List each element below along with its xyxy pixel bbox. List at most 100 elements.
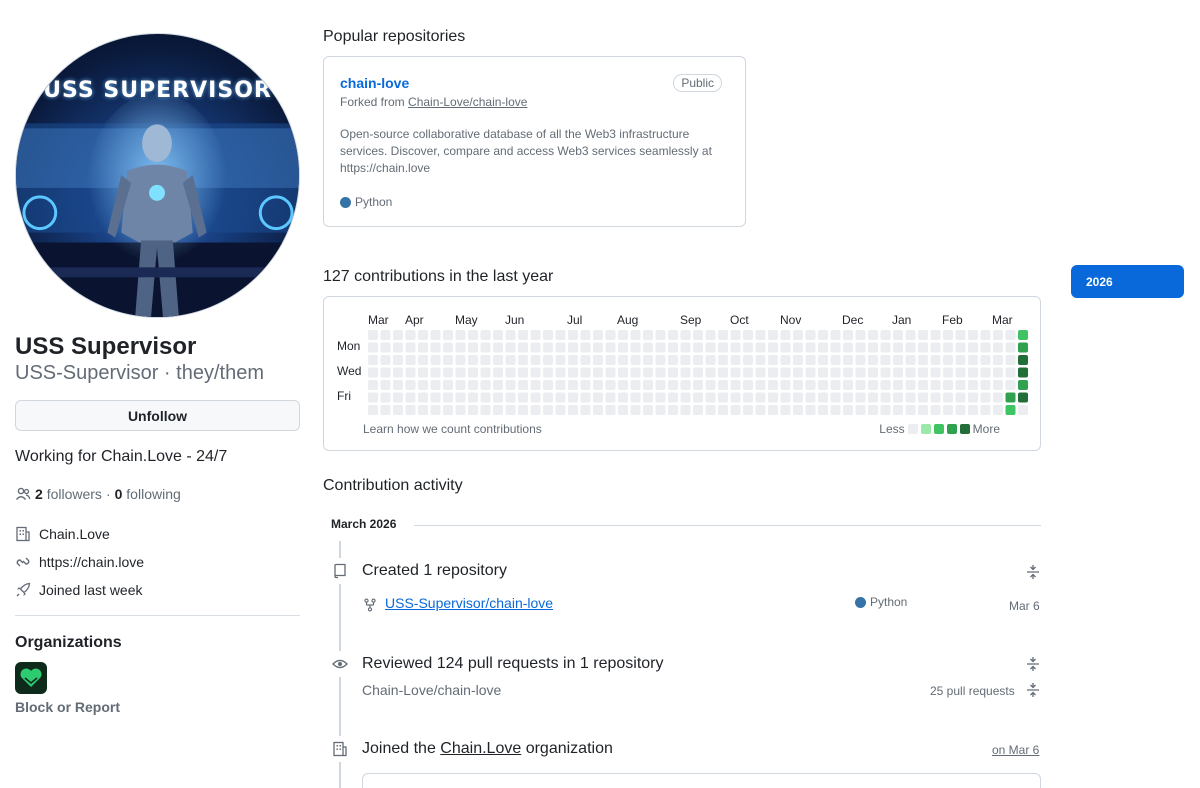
contribution-day-cell[interactable] (993, 405, 1003, 415)
contribution-day-cell[interactable] (1018, 405, 1028, 415)
contribution-day-cell[interactable] (543, 392, 553, 403)
contribution-day-cell[interactable] (593, 392, 603, 403)
contribution-day-cell[interactable] (780, 355, 791, 365)
contribution-day-cell[interactable] (430, 342, 441, 353)
contribution-day-cell[interactable] (380, 367, 391, 378)
contribution-day-cell[interactable] (818, 380, 828, 390)
contribution-day-cell[interactable] (368, 405, 378, 415)
contribution-day-cell[interactable] (393, 367, 403, 378)
contribution-day-cell[interactable] (655, 355, 666, 365)
contribution-day-cell[interactable] (580, 342, 591, 353)
contribution-day-cell[interactable] (468, 367, 478, 378)
contribution-day-cell[interactable] (630, 392, 641, 403)
contribution-day-cell[interactable] (730, 380, 741, 390)
contribution-day-cell[interactable] (718, 380, 728, 390)
contribution-day-cell[interactable] (455, 342, 466, 353)
contribution-day-cell[interactable] (443, 355, 453, 365)
contribution-day-cell[interactable] (955, 380, 966, 390)
contribution-day-cell[interactable] (380, 330, 391, 340)
contribution-day-cell[interactable] (905, 392, 916, 403)
contribution-day-cell[interactable] (868, 330, 878, 340)
contribution-day-cell[interactable] (943, 392, 953, 403)
contribution-day-cell[interactable] (655, 392, 666, 403)
contribution-day-cell[interactable] (968, 392, 978, 403)
fold-icon[interactable] (1025, 564, 1041, 580)
contribution-day-cell[interactable] (880, 405, 891, 415)
contribution-day-cell[interactable] (480, 355, 491, 365)
contribution-day-cell[interactable] (405, 355, 416, 365)
contribution-day-cell[interactable] (543, 367, 553, 378)
contribution-day-cell[interactable] (468, 405, 478, 415)
contribution-day-cell[interactable] (418, 330, 428, 340)
contribution-day-cell[interactable] (380, 342, 391, 353)
contribution-day-cell[interactable] (543, 342, 553, 353)
contribution-day-cell[interactable] (868, 392, 878, 403)
contribution-day-cell[interactable] (718, 355, 728, 365)
contribution-day-cell[interactable] (455, 355, 466, 365)
contribution-day-cell[interactable] (868, 367, 878, 378)
contribution-day-cell[interactable] (855, 392, 866, 403)
contribution-day-cell[interactable] (843, 355, 853, 365)
contribution-day-cell[interactable] (818, 342, 828, 353)
contribution-day-cell[interactable] (968, 405, 978, 415)
contribution-day-cell[interactable] (605, 367, 616, 378)
contribution-day-cell[interactable] (505, 405, 516, 415)
contribution-day-cell[interactable] (430, 367, 441, 378)
contribution-day-cell[interactable] (943, 405, 953, 415)
contribution-day-cell[interactable] (768, 330, 778, 340)
contribution-day-cell[interactable] (455, 405, 466, 415)
contribution-day-cell[interactable] (918, 342, 928, 353)
contribution-day-cell[interactable] (493, 392, 503, 403)
contribution-day-cell[interactable] (680, 342, 691, 353)
contribution-day-cell[interactable] (693, 367, 703, 378)
contribution-day-cell[interactable] (880, 367, 891, 378)
contribution-day-cell[interactable] (855, 367, 866, 378)
contribution-day-cell[interactable] (680, 330, 691, 340)
contribution-day-cell[interactable] (1018, 392, 1028, 403)
contribution-day-cell[interactable] (530, 330, 541, 340)
contribution-day-cell[interactable] (555, 330, 566, 340)
contribution-day-cell[interactable] (830, 392, 841, 403)
contribution-day-cell[interactable] (755, 405, 766, 415)
contribution-day-cell[interactable] (905, 342, 916, 353)
contribution-day-cell[interactable] (718, 405, 728, 415)
contribution-day-cell[interactable] (793, 380, 803, 390)
contribution-day-cell[interactable] (843, 342, 853, 353)
unfollow-button[interactable]: Unfollow (15, 400, 300, 431)
year-2026-button[interactable]: 2026 (1071, 265, 1184, 298)
contribution-day-cell[interactable] (855, 405, 866, 415)
contribution-day-cell[interactable] (705, 355, 716, 365)
contribution-day-cell[interactable] (980, 405, 991, 415)
contribution-day-cell[interactable] (968, 380, 978, 390)
contribution-day-cell[interactable] (680, 405, 691, 415)
contribution-day-cell[interactable] (643, 355, 653, 365)
contribution-day-cell[interactable] (1005, 405, 1016, 415)
contribution-day-cell[interactable] (680, 367, 691, 378)
contribution-day-cell[interactable] (580, 330, 591, 340)
contribution-day-cell[interactable] (618, 392, 628, 403)
contribution-day-cell[interactable] (530, 380, 541, 390)
contribution-day-cell[interactable] (618, 355, 628, 365)
contribution-day-cell[interactable] (843, 367, 853, 378)
contribution-day-cell[interactable] (918, 330, 928, 340)
contribution-day-cell[interactable] (443, 392, 453, 403)
contribution-day-cell[interactable] (480, 380, 491, 390)
contribution-day-cell[interactable] (805, 330, 816, 340)
contribution-day-cell[interactable] (980, 330, 991, 340)
contribution-day-cell[interactable] (368, 380, 378, 390)
contribution-day-cell[interactable] (918, 380, 928, 390)
contribution-day-cell[interactable] (968, 367, 978, 378)
created-repo-link[interactable]: USS-Supervisor/chain-love (385, 595, 553, 611)
contribution-day-cell[interactable] (905, 367, 916, 378)
contribution-day-cell[interactable] (743, 392, 753, 403)
contribution-day-cell[interactable] (468, 392, 478, 403)
contribution-day-cell[interactable] (555, 367, 566, 378)
contribution-day-cell[interactable] (618, 380, 628, 390)
contribution-day-cell[interactable] (780, 342, 791, 353)
contribution-day-cell[interactable] (655, 380, 666, 390)
contribution-day-cell[interactable] (568, 342, 578, 353)
contribution-day-cell[interactable] (1005, 367, 1016, 378)
contribution-day-cell[interactable] (443, 342, 453, 353)
contribution-day-cell[interactable] (405, 392, 416, 403)
contribution-day-cell[interactable] (468, 355, 478, 365)
